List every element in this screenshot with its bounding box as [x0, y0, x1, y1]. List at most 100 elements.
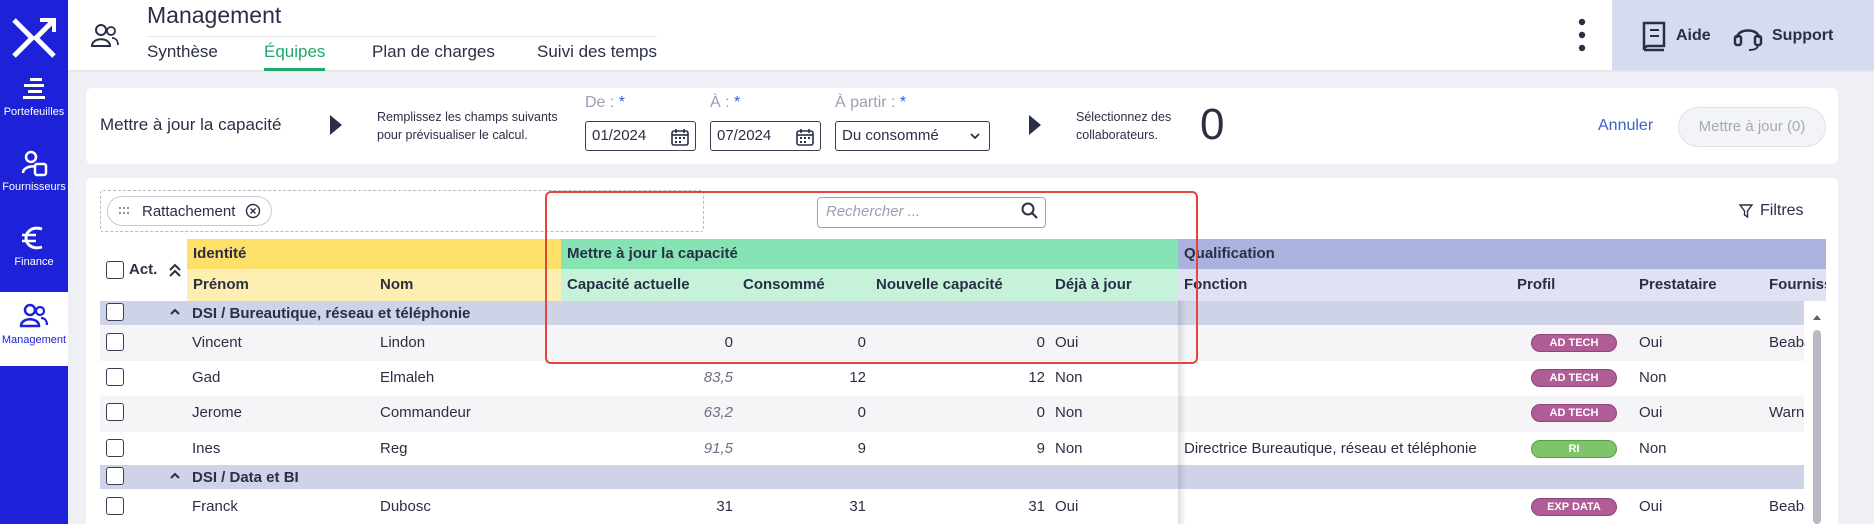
cell-nom: Reg: [380, 440, 408, 457]
vertical-scrollbar[interactable]: [1810, 308, 1824, 524]
col-profil[interactable]: Profil: [1511, 269, 1633, 301]
cell-consomme: 31: [849, 498, 866, 515]
cell-consomme: 9: [857, 440, 866, 457]
highlight-box: [545, 191, 1198, 364]
instructions-text: Remplissez les champs suivants pour prévi…: [377, 110, 558, 142]
apartir-select[interactable]: Du consommé: [835, 121, 990, 151]
row-checkbox[interactable]: [106, 333, 124, 351]
cell-consomme: 12: [849, 369, 866, 386]
cell-deja: Non: [1055, 440, 1083, 457]
group-checkbox[interactable]: [106, 303, 124, 321]
cell-prenom: Jerome: [192, 404, 243, 421]
drag-handle-icon[interactable]: [118, 206, 132, 216]
col-prestataire[interactable]: Prestataire: [1633, 269, 1763, 301]
cell-fournisseur: Warne: [1769, 404, 1805, 421]
step-arrow-icon: [1029, 115, 1041, 135]
row-checkbox[interactable]: [106, 439, 124, 457]
a-label: À : *: [710, 94, 741, 111]
aide-button[interactable]: Aide: [1640, 20, 1711, 52]
cell-nom: Lindon: [380, 334, 426, 351]
cell-prestataire: Oui: [1639, 334, 1663, 351]
cell-nouvelle: 9: [1036, 440, 1045, 457]
cell-nouvelle: 0: [1036, 404, 1045, 421]
selected-count: 0: [1200, 100, 1225, 149]
capacity-panel-title: Mettre à jour la capacité: [100, 115, 282, 134]
col-fonction[interactable]: Fonction: [1178, 269, 1511, 301]
more-options-icon[interactable]: [1572, 18, 1592, 52]
group-checkbox[interactable]: [106, 467, 124, 485]
sidebar-item-label: Fournisseurs: [2, 181, 66, 193]
tab-plan-de-charges[interactable]: Plan de charges: [372, 42, 495, 68]
sidebar-item-label: Management: [1, 334, 67, 346]
page-title: Management: [147, 2, 282, 28]
sidebar-item-management[interactable]: Management: [0, 292, 68, 366]
cell-prenom: Franck: [192, 498, 238, 515]
calendar-icon[interactable]: [796, 128, 814, 146]
cell-capacite: 63,2: [703, 404, 733, 421]
cell-prenom: Gad: [192, 369, 221, 386]
cell-prestataire: Oui: [1639, 498, 1663, 515]
support-button[interactable]: Support: [1732, 20, 1833, 52]
band-identite: Identité: [187, 239, 561, 269]
update-button[interactable]: Mettre à jour (0): [1678, 107, 1826, 147]
group-label: DSI / Bureautique, réseau et téléphonie: [192, 305, 471, 322]
row-checkbox[interactable]: [106, 497, 124, 515]
cell-capacite: 31: [716, 498, 733, 515]
cell-fournisseur: Beaba: [1769, 334, 1805, 351]
filters-button[interactable]: Filtres: [1738, 202, 1804, 220]
group-chip-label: Rattachement: [142, 202, 236, 220]
chevron-up-icon[interactable]: [169, 471, 181, 481]
selection-hint-text: Sélectionnez des collaborateurs.: [1076, 110, 1172, 142]
cell-prestataire: Oui: [1639, 404, 1663, 421]
cancel-button[interactable]: Annuler: [1598, 117, 1653, 135]
de-date-input[interactable]: 01/2024: [585, 121, 696, 151]
col-nom[interactable]: Nom: [374, 269, 561, 301]
supplier-icon: [21, 150, 48, 177]
sidebar-item-label: Finance: [14, 256, 54, 268]
cell-prestataire: Non: [1639, 440, 1667, 457]
cell-capacite: 83,5: [703, 369, 733, 386]
tab-suivi-des-temps[interactable]: Suivi des temps: [537, 42, 657, 68]
cell-deja: Non: [1055, 404, 1083, 421]
portfolio-icon: [23, 78, 45, 99]
de-label: De : *: [585, 94, 626, 111]
users-icon: [90, 24, 119, 47]
collapse-all-icon[interactable]: [168, 262, 182, 278]
cell-nom: Elmaleh: [380, 369, 435, 386]
tab-equipes[interactable]: Équipes: [264, 42, 326, 71]
select-all-checkbox[interactable]: [106, 261, 124, 279]
cell-nom: Commandeur: [380, 404, 471, 421]
group-label: DSI / Data et BI: [192, 469, 299, 486]
cell-nom: Dubosc: [380, 498, 431, 515]
profil-badge: RI: [1531, 440, 1617, 458]
app-logo-icon[interactable]: [10, 14, 58, 62]
band-qualification: Qualification: [1178, 239, 1826, 269]
remove-circle-icon[interactable]: [245, 203, 261, 219]
sidebar-item-fournisseurs[interactable]: Fournisseurs: [0, 139, 68, 211]
cell-deja: Non: [1055, 369, 1083, 386]
cell-fournisseur: Beaba: [1769, 498, 1805, 515]
profil-badge: EXP DATA: [1531, 498, 1617, 516]
top-header: [68, 0, 1874, 70]
step-arrow-icon: [330, 115, 342, 135]
tab-synthese[interactable]: Synthèse: [147, 42, 218, 68]
sidebar-item-portefeuilles[interactable]: Portefeuilles: [0, 64, 68, 136]
chevron-up-icon[interactable]: [169, 307, 181, 317]
row-checkbox[interactable]: [106, 368, 124, 386]
sidebar-item-finance[interactable]: Finance: [0, 214, 68, 286]
cell-nouvelle: 12: [1028, 369, 1045, 386]
a-date-input[interactable]: 07/2024: [710, 121, 821, 151]
col-prenom[interactable]: Prénom: [187, 269, 374, 301]
act-column-label: Act.: [129, 261, 158, 278]
cell-nouvelle: 31: [1028, 498, 1045, 515]
sidebar-item-label: Portefeuilles: [3, 106, 65, 118]
headset-icon: [1733, 29, 1763, 51]
chevron-down-icon: [970, 133, 980, 140]
cell-prenom: Ines: [192, 440, 221, 457]
group-chip-rattachement[interactable]: Rattachement: [107, 196, 273, 226]
apartir-label: À partir : *: [835, 94, 907, 111]
calendar-icon[interactable]: [671, 128, 689, 146]
row-checkbox[interactable]: [106, 403, 124, 421]
group-row-data-bi[interactable]: [100, 465, 1804, 489]
col-fournisseur[interactable]: Fourniss: [1763, 269, 1826, 301]
